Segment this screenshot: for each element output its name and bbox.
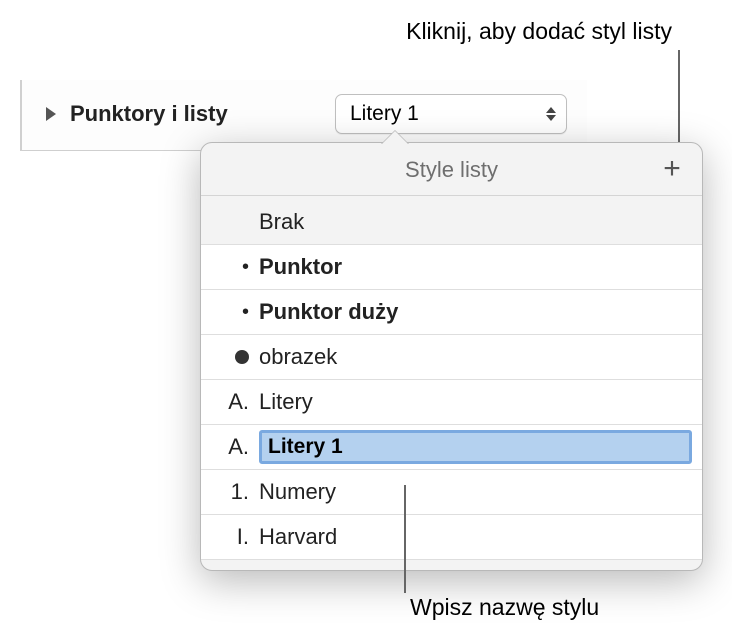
style-list: BrakPunktorPunktor dużyobrazekA.LiteryA.…	[201, 196, 702, 570]
list-marker-icon	[225, 257, 259, 277]
selected-style-label: Litery 1	[350, 102, 419, 126]
add-style-button[interactable]: +	[656, 153, 688, 185]
list-marker-icon	[225, 302, 259, 322]
list-style-item[interactable]: Brak	[201, 200, 702, 245]
bullets-lists-header: Punktory i listy Litery 1	[22, 80, 587, 148]
style-label: Numery	[259, 479, 686, 505]
list-style-dropdown[interactable]: Litery 1	[335, 94, 567, 134]
format-panel: Punktory i listy Litery 1	[20, 80, 587, 151]
disclosure-triangle-icon[interactable]	[46, 107, 56, 121]
style-label: Punktor duży	[259, 299, 686, 325]
list-marker-icon: I.	[225, 524, 259, 550]
style-label: Brak	[259, 209, 686, 235]
list-marker-icon: A.	[225, 434, 259, 460]
chevron-up-down-icon	[546, 107, 556, 121]
list-style-item[interactable]: A.Litery	[201, 380, 702, 425]
list-style-item[interactable]: I.Harvard	[201, 515, 702, 560]
plus-icon: +	[663, 152, 681, 186]
callout-type-name: Wpisz nazwę stylu	[410, 594, 599, 621]
style-label: Punktor	[259, 254, 686, 280]
style-label: Litery	[259, 389, 686, 415]
list-style-item[interactable]: Punktor	[201, 245, 702, 290]
popover-title-text: Style listy	[405, 157, 498, 182]
list-marker-icon	[225, 350, 259, 364]
list-styles-popover: Style listy + Brak Punktor Punktor duży obr…	[200, 142, 703, 571]
list-style-item[interactable]: 1.Numery	[201, 470, 702, 515]
style-name-input[interactable]: Litery 1	[259, 430, 692, 464]
callout-add-style: Kliknij, aby dodać styl listy	[406, 18, 672, 45]
style-label: obrazek	[259, 344, 686, 370]
callout-line-bottom	[404, 485, 406, 593]
list-marker-icon: 1.	[225, 479, 259, 505]
popover-title: Style listy +	[201, 143, 702, 196]
section-title: Punktory i listy	[70, 101, 321, 127]
list-marker-icon: A.	[225, 389, 259, 415]
list-style-item[interactable]: obrazek	[201, 335, 702, 380]
style-label: Harvard	[259, 524, 686, 550]
list-style-item[interactable]: Punktor duży	[201, 290, 702, 335]
list-style-item[interactable]: A.Litery 1	[201, 425, 702, 470]
